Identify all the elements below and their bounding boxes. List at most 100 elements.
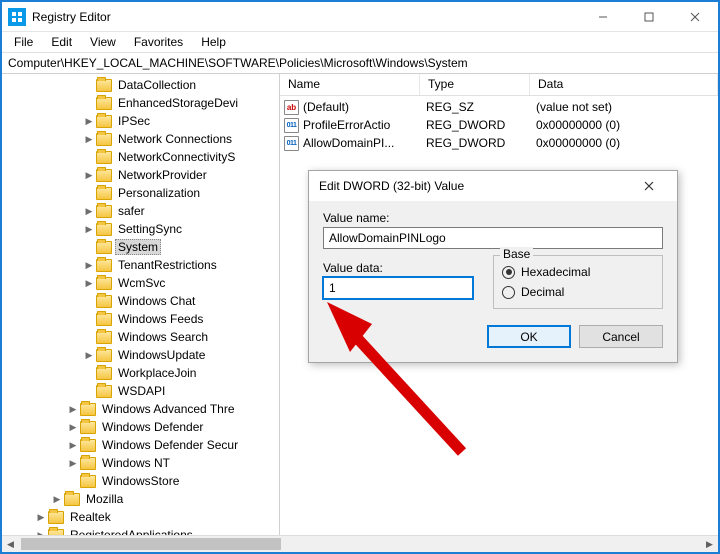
edit-dword-dialog: Edit DWORD (32-bit) Value Value name: Va… (308, 170, 678, 363)
list-row[interactable]: 011ProfileErrorActioREG_DWORD0x00000000 … (280, 116, 718, 134)
scroll-right-icon[interactable]: ▶ (701, 536, 718, 552)
tree-item[interactable]: WindowsStore (2, 472, 279, 490)
col-name[interactable]: Name (280, 74, 420, 95)
chevron-right-icon[interactable]: ▶ (50, 492, 64, 506)
app-icon (8, 8, 26, 26)
value-data: (value not set) (530, 100, 718, 114)
folder-icon (96, 277, 112, 290)
close-button[interactable] (672, 2, 718, 32)
tree-item-label: WindowsStore (99, 473, 182, 489)
tree-item[interactable]: ▶Realtek (2, 508, 279, 526)
list-row[interactable]: ab(Default)REG_SZ(value not set) (280, 98, 718, 116)
minimize-button[interactable] (580, 2, 626, 32)
chevron-right-icon[interactable]: ▶ (82, 348, 96, 362)
dialog-title: Edit DWORD (32-bit) Value (319, 179, 464, 193)
tree-item[interactable]: ▶ Windows Defender Secur (2, 436, 279, 454)
value-name: (Default) (303, 100, 349, 114)
tree-item[interactable]: ▶ Windows NT (2, 454, 279, 472)
base-label: Base (500, 247, 533, 261)
window-title: Registry Editor (32, 10, 111, 24)
chevron-right-icon[interactable]: ▶ (66, 420, 80, 434)
dialog-close-button[interactable] (629, 172, 669, 200)
tree-item[interactable]: ▶Windows Defender (2, 418, 279, 436)
folder-icon (96, 385, 112, 398)
chevron-right-icon[interactable]: ▶ (82, 132, 96, 146)
tree-item[interactable]: Windows Feeds (2, 310, 279, 328)
tree-item-label: Windows NT (99, 455, 173, 471)
value-type: REG_DWORD (420, 136, 530, 150)
menu-view[interactable]: View (82, 34, 124, 50)
col-type[interactable]: Type (420, 74, 530, 95)
radio-hexadecimal[interactable]: Hexadecimal (502, 262, 654, 282)
tree-item-label: Personalization (115, 185, 203, 201)
chevron-right-icon[interactable]: ▶ (82, 258, 96, 272)
tree-item[interactable]: ▶TenantRestrictions (2, 256, 279, 274)
folder-icon (96, 97, 112, 110)
tree-item[interactable]: ▶NetworkProvider (2, 166, 279, 184)
tree-item-label: Windows Defender Secur (99, 437, 241, 453)
tree-item[interactable]: ▶WindowsUpdate (2, 346, 279, 364)
tree-item[interactable]: ▶Network Connections (2, 130, 279, 148)
expander-placeholder (82, 330, 96, 344)
cancel-button[interactable]: Cancel (579, 325, 663, 348)
tree-item[interactable]: ▶SettingSync (2, 220, 279, 238)
tree-item[interactable]: WorkplaceJoin (2, 364, 279, 382)
col-data[interactable]: Data (530, 74, 718, 95)
tree-item[interactable]: ▶WcmSvc (2, 274, 279, 292)
value-data-input[interactable] (323, 277, 473, 299)
folder-icon (80, 457, 96, 470)
maximize-button[interactable] (626, 2, 672, 32)
tree-item-label: safer (115, 203, 148, 219)
tree-item[interactable]: Windows Search (2, 328, 279, 346)
folder-icon (96, 223, 112, 236)
chevron-right-icon[interactable]: ▶ (82, 276, 96, 290)
list-row[interactable]: 011AllowDomainPI...REG_DWORD0x00000000 (… (280, 134, 718, 152)
expander-placeholder (82, 294, 96, 308)
menu-file[interactable]: File (6, 34, 41, 50)
value-data: 0x00000000 (0) (530, 118, 718, 132)
tree-item[interactable]: DataCollection (2, 76, 279, 94)
address-text: Computer\HKEY_LOCAL_MACHINE\SOFTWARE\Pol… (8, 56, 468, 70)
chevron-right-icon[interactable]: ▶ (82, 114, 96, 128)
tree-item-label: Mozilla (83, 491, 126, 507)
tree-item[interactable]: ▶ safer (2, 202, 279, 220)
folder-icon (64, 493, 80, 506)
menu-edit[interactable]: Edit (43, 34, 80, 50)
radio-decimal[interactable]: Decimal (502, 282, 654, 302)
expander-placeholder (82, 366, 96, 380)
menu-help[interactable]: Help (193, 34, 234, 50)
tree-item[interactable]: System (2, 238, 279, 256)
tree-item[interactable]: ▶ IPSec (2, 112, 279, 130)
chevron-right-icon[interactable]: ▶ (66, 402, 80, 416)
folder-icon (96, 241, 112, 254)
tree-item-label: System (115, 239, 161, 255)
tree-item-label: Windows Advanced Thre (99, 401, 238, 417)
list-hscrollbar[interactable]: ◀ ▶ (280, 535, 718, 552)
expander-placeholder (82, 240, 96, 254)
dialog-titlebar[interactable]: Edit DWORD (32-bit) Value (309, 171, 677, 201)
ok-button[interactable]: OK (487, 325, 571, 348)
chevron-right-icon[interactable]: ▶ (34, 510, 48, 524)
chevron-right-icon[interactable]: ▶ (82, 204, 96, 218)
tree-item[interactable]: ▶ Windows Advanced Thre (2, 400, 279, 418)
folder-icon (96, 133, 112, 146)
tree-item[interactable]: ▶ Mozilla (2, 490, 279, 508)
chevron-right-icon[interactable]: ▶ (82, 168, 96, 182)
chevron-right-icon[interactable]: ▶ (66, 456, 80, 470)
radio-icon (502, 286, 515, 299)
tree-item[interactable]: Personalization (2, 184, 279, 202)
tree-item[interactable]: EnhancedStorageDevi (2, 94, 279, 112)
tree-item[interactable]: WSDAPI (2, 382, 279, 400)
folder-icon (96, 313, 112, 326)
chevron-right-icon[interactable]: ▶ (66, 438, 80, 452)
tree-item-label: Windows Chat (115, 293, 198, 309)
value-name-field[interactable] (323, 227, 663, 249)
address-bar[interactable]: Computer\HKEY_LOCAL_MACHINE\SOFTWARE\Pol… (2, 52, 718, 74)
hex-label: Hexadecimal (521, 265, 590, 279)
tree-item[interactable]: NetworkConnectivityS (2, 148, 279, 166)
expander-placeholder (66, 474, 80, 488)
tree-item-label: IPSec (115, 113, 153, 129)
tree-item[interactable]: Windows Chat (2, 292, 279, 310)
menu-favorites[interactable]: Favorites (126, 34, 191, 50)
chevron-right-icon[interactable]: ▶ (82, 222, 96, 236)
